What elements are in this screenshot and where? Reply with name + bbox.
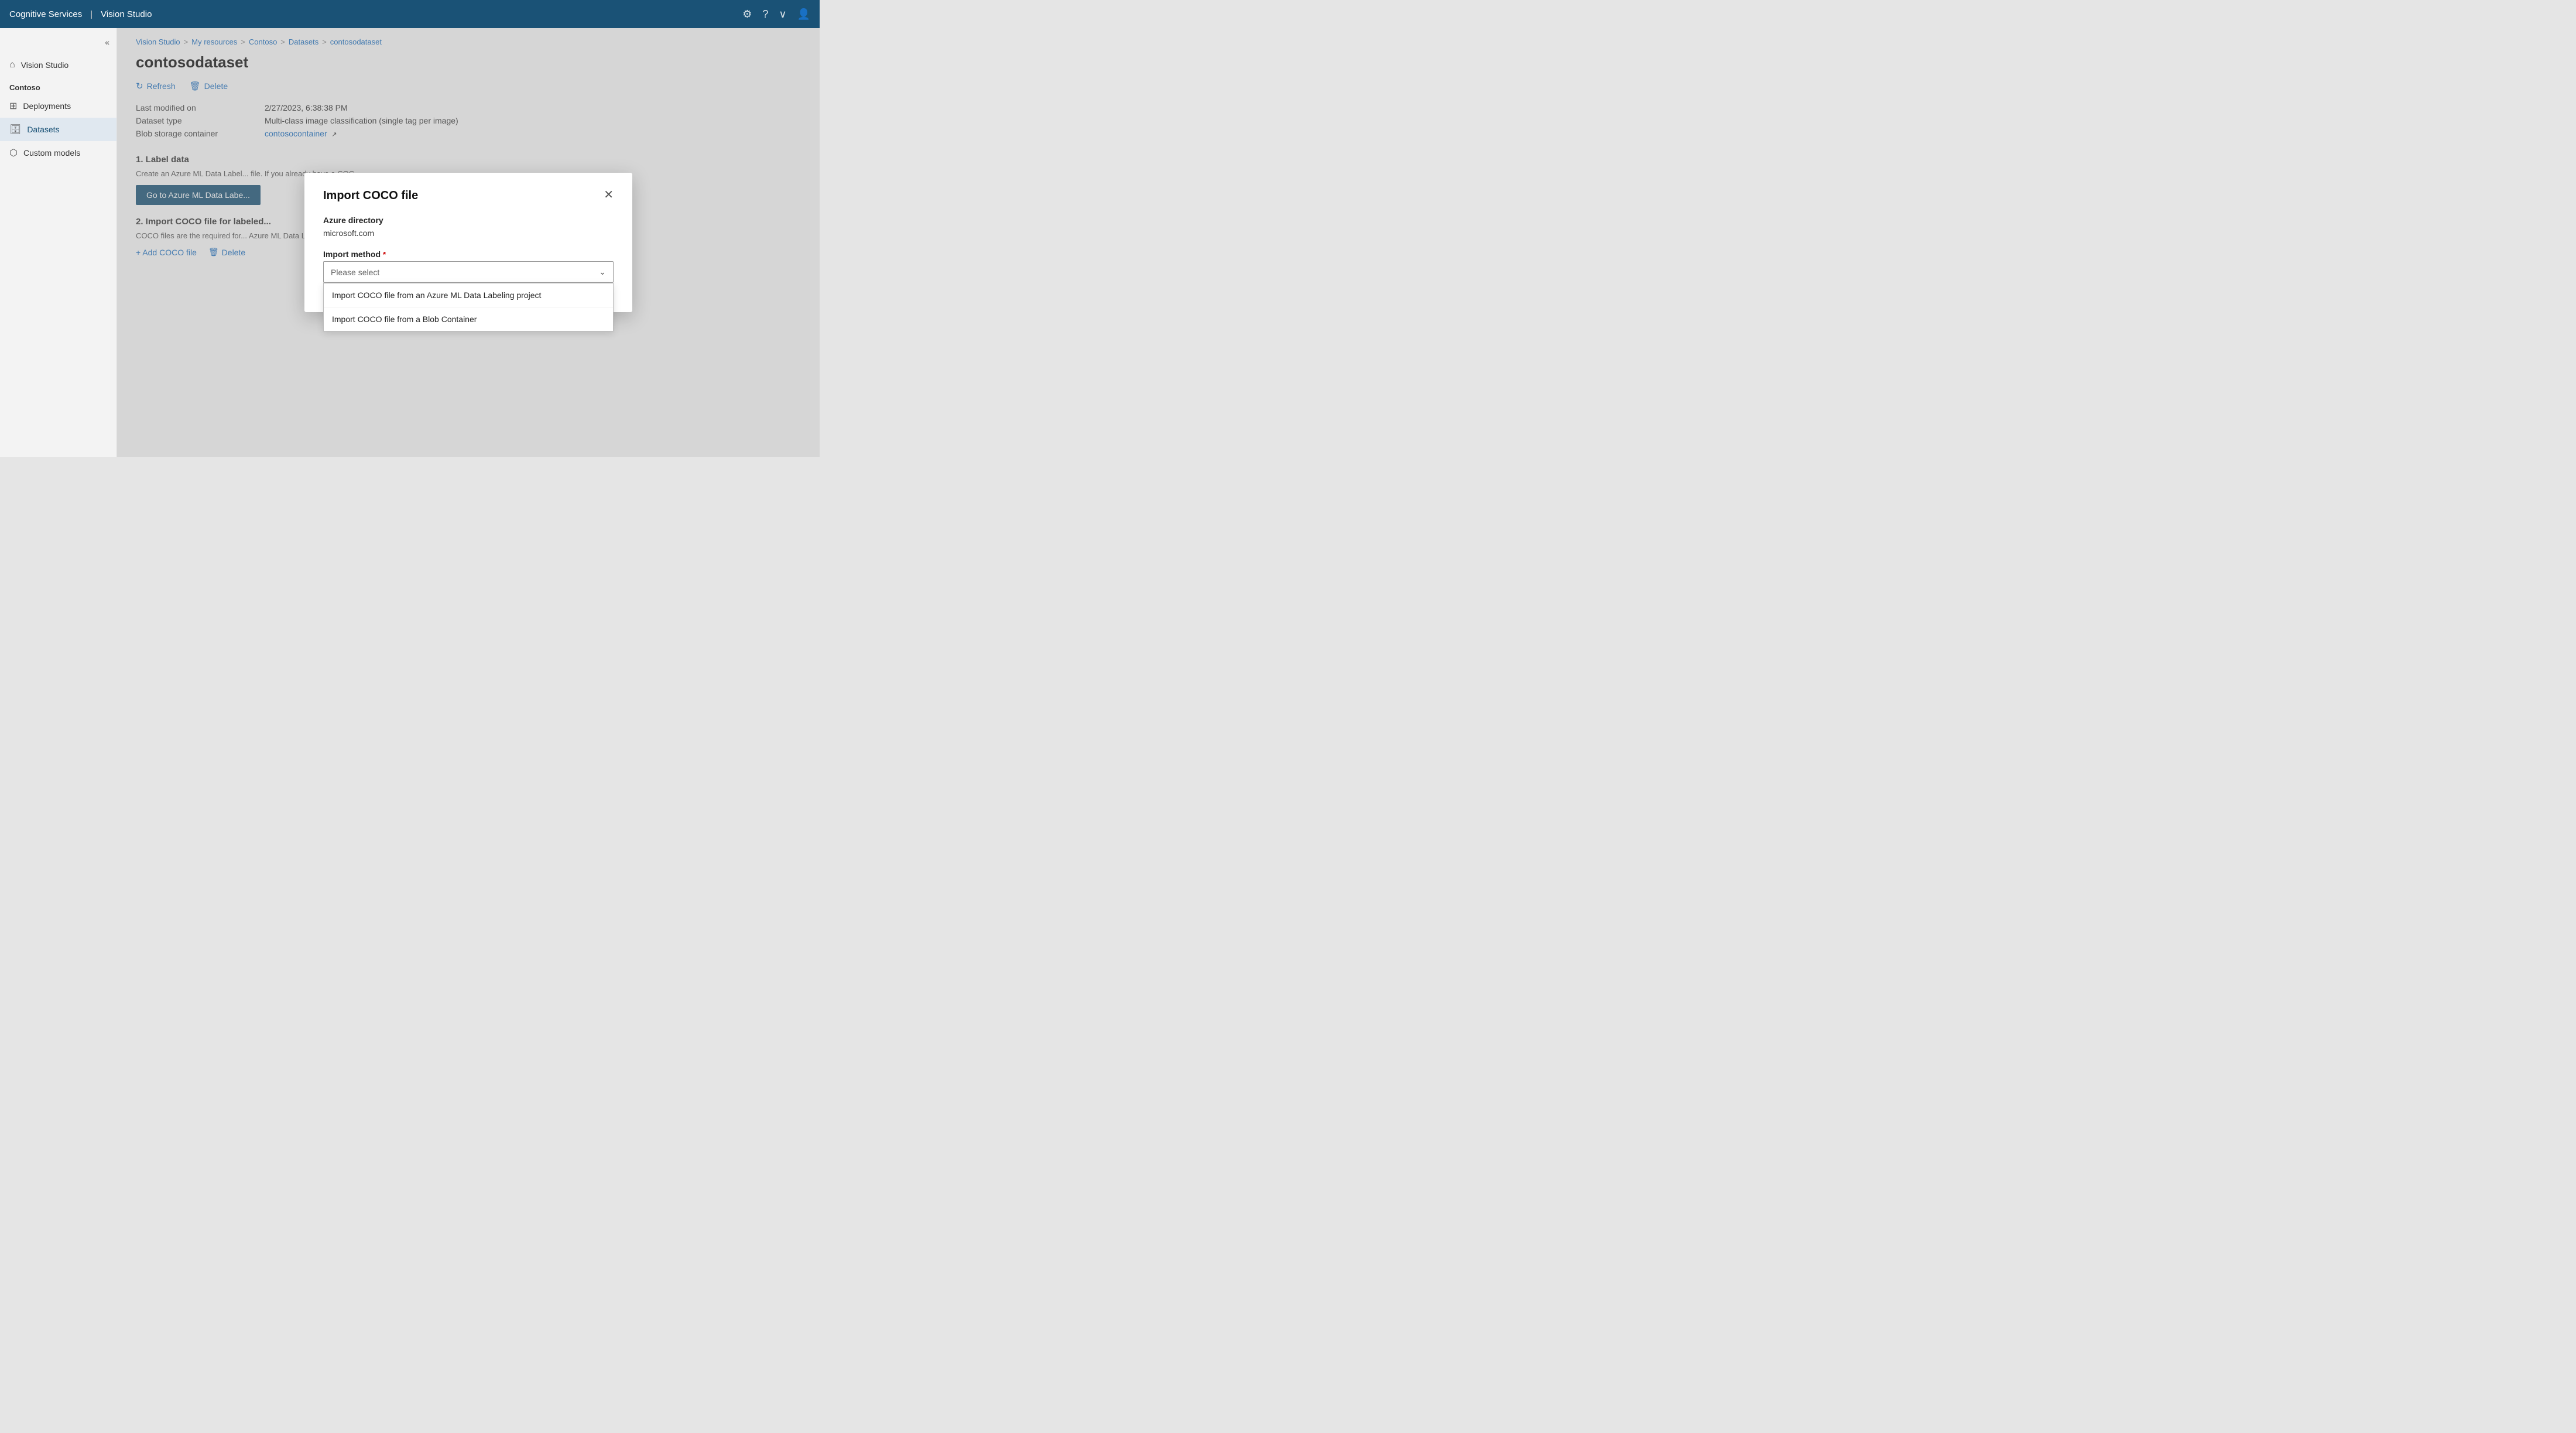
sidebar-item-datasets[interactable]: 🗄 Datasets <box>0 118 117 141</box>
avatar-icon[interactable]: 👤 <box>797 8 810 20</box>
main-content: Vision Studio > My resources > Contoso >… <box>117 28 820 457</box>
sidebar-deployments-label: Deployments <box>23 101 71 111</box>
top-nav-actions: ⚙ ? ∨ 👤 <box>742 8 810 20</box>
app-title: Cognitive Services <box>9 9 82 19</box>
modal-backdrop: Import COCO file ✕ Azure directory micro… <box>117 28 820 457</box>
chevron-down-icon: ⌄ <box>599 267 606 277</box>
import-method-dropdown[interactable]: Please select ⌄ <box>323 261 614 283</box>
top-nav: Cognitive Services | Vision Studio ⚙ ? ∨… <box>0 0 820 28</box>
home-icon: ⌂ <box>9 60 15 70</box>
azure-directory-value: microsoft.com <box>323 227 614 239</box>
sidebar-custom-models-label: Custom models <box>23 148 80 158</box>
title-divider: | <box>90 9 93 19</box>
dropdown-placeholder: Please select <box>331 268 379 277</box>
sidebar: « ⌂ Vision Studio Contoso ⊞ Deployments … <box>0 28 117 457</box>
settings-icon[interactable]: ⚙ <box>742 8 752 20</box>
sidebar-item-custom-models[interactable]: ⬡ Custom models <box>0 141 117 165</box>
app-title-area: Cognitive Services | Vision Studio <box>9 9 152 19</box>
sidebar-item-vision-studio[interactable]: ⌂ Vision Studio <box>0 54 117 76</box>
app-subtitle: Vision Studio <box>101 9 152 19</box>
sidebar-item-deployments[interactable]: ⊞ Deployments <box>0 94 117 118</box>
custom-models-icon: ⬡ <box>9 147 18 159</box>
required-indicator: * <box>383 250 386 259</box>
datasets-icon: 🗄 <box>9 124 21 135</box>
import-method-label-text: Import method <box>323 249 381 259</box>
sidebar-collapse-area: « <box>0 35 117 54</box>
deployments-icon: ⊞ <box>9 100 17 112</box>
sidebar-datasets-label: Datasets <box>27 125 59 134</box>
modal-title: Import COCO file <box>323 189 418 203</box>
main-layout: « ⌂ Vision Studio Contoso ⊞ Deployments … <box>0 28 820 457</box>
import-coco-modal: Import COCO file ✕ Azure directory micro… <box>304 173 632 312</box>
dropdown-option-1[interactable]: Import COCO file from an Azure ML Data L… <box>324 283 613 307</box>
modal-close-button[interactable]: ✕ <box>604 189 614 201</box>
dropdown-icon[interactable]: ∨ <box>779 8 786 20</box>
import-method-group: Import method * Please select ⌄ Import C… <box>323 249 614 283</box>
help-icon[interactable]: ? <box>762 8 768 20</box>
modal-header: Import COCO file ✕ <box>323 189 614 203</box>
import-method-label: Import method * <box>323 249 614 259</box>
sidebar-group-label: Contoso <box>0 76 117 94</box>
import-method-dropdown-container: Please select ⌄ Import COCO file from an… <box>323 261 614 283</box>
azure-directory-group: Azure directory microsoft.com <box>323 216 614 239</box>
import-method-dropdown-menu: Import COCO file from an Azure ML Data L… <box>323 283 614 331</box>
azure-directory-label: Azure directory <box>323 216 614 225</box>
dropdown-option-2[interactable]: Import COCO file from a Blob Container <box>324 307 613 331</box>
sidebar-collapse-button[interactable]: « <box>105 37 109 47</box>
sidebar-home-label: Vision Studio <box>21 60 68 70</box>
